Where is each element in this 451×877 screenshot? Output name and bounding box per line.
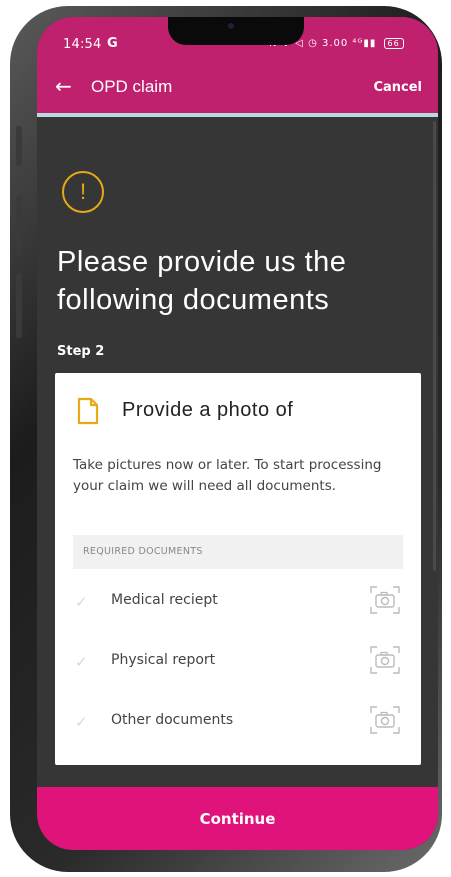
step-label: Step 2 bbox=[57, 344, 105, 359]
battery-icon: 66 bbox=[383, 38, 404, 49]
check-icon: ✓ bbox=[75, 653, 88, 671]
document-row-other-documents[interactable]: ✓ Other documents bbox=[73, 701, 403, 741]
scrollbar[interactable] bbox=[433, 121, 436, 571]
cancel-button[interactable]: Cancel bbox=[373, 80, 422, 95]
required-documents-label: REQUIRED DOCUMENTS bbox=[83, 546, 203, 557]
side-button bbox=[16, 126, 22, 166]
status-time: 14:54 bbox=[63, 37, 102, 52]
volume-down-button bbox=[16, 274, 22, 338]
phone-screen: 14:54 G N ✱ ◁ ◷ 3.00 ⁴ᴳ▮▮ 66 ← OPD claim… bbox=[37, 17, 438, 850]
required-documents-header: REQUIRED DOCUMENTS bbox=[73, 535, 403, 569]
document-label: Physical report bbox=[111, 652, 216, 668]
card-title: Provide a photo of bbox=[122, 399, 294, 421]
back-arrow-icon[interactable]: ← bbox=[55, 75, 72, 97]
document-icon bbox=[77, 397, 99, 425]
warning-icon: ! bbox=[62, 171, 104, 213]
notch bbox=[168, 17, 304, 45]
document-row-physical-report[interactable]: ✓ Physical report bbox=[73, 641, 403, 681]
app-bar: ← OPD claim Cancel bbox=[37, 63, 438, 113]
card-description: Take pictures now or later. To start pro… bbox=[73, 457, 382, 494]
document-label: Other documents bbox=[111, 712, 234, 728]
check-icon: ✓ bbox=[75, 713, 88, 731]
camera-icon[interactable] bbox=[369, 705, 401, 735]
headline: Please provide us the following document… bbox=[57, 246, 347, 316]
google-icon: G bbox=[107, 36, 118, 51]
page-title: OPD claim bbox=[91, 77, 173, 96]
volume-up-button bbox=[16, 196, 22, 256]
documents-card: Provide a photo of Take pictures now or … bbox=[55, 373, 421, 765]
continue-button[interactable]: Continue bbox=[37, 787, 438, 850]
progress-accent-line bbox=[37, 113, 438, 117]
document-row-medical-receipt[interactable]: ✓ Medical reciept bbox=[73, 581, 403, 621]
camera-icon[interactable] bbox=[369, 585, 401, 615]
camera-icon[interactable] bbox=[369, 645, 401, 675]
check-icon: ✓ bbox=[75, 593, 88, 611]
document-label: Medical reciept bbox=[111, 592, 218, 608]
